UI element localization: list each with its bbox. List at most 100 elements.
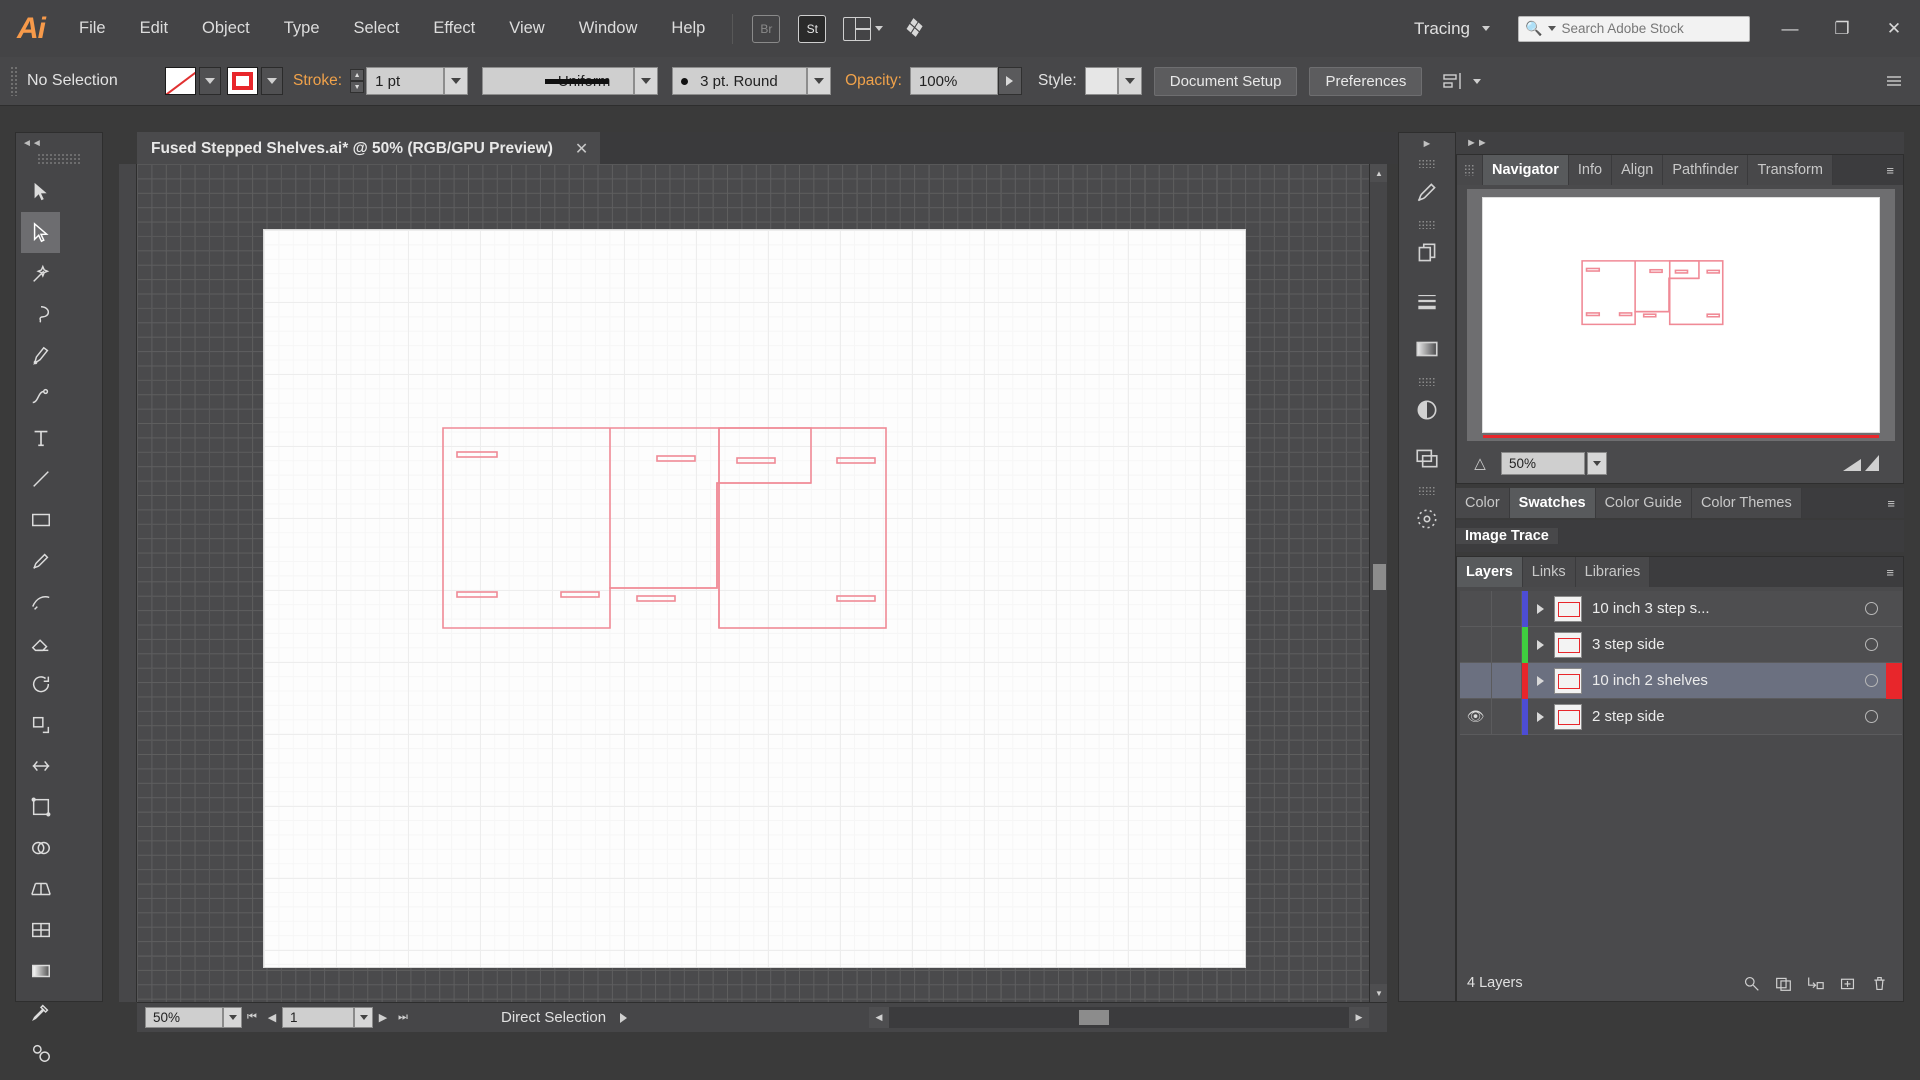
scale-tool[interactable] — [21, 704, 60, 745]
navigator-panel-menu-icon[interactable]: ≡ — [1877, 155, 1903, 185]
close-icon[interactable]: ✕ — [575, 139, 588, 159]
zoom-level-dropdown[interactable] — [223, 1007, 242, 1028]
stroke-weight-field[interactable]: 1 pt — [366, 67, 445, 95]
scroll-down-icon[interactable]: ▼ — [1370, 984, 1387, 1002]
artboard-number-field[interactable]: 1 — [282, 1007, 354, 1028]
align-options-button[interactable] — [1442, 72, 1482, 90]
scroll-up-icon[interactable]: ▲ — [1370, 164, 1387, 182]
tab-color-themes[interactable]: Color Themes — [1691, 488, 1802, 518]
appearance-icon[interactable] — [1399, 434, 1455, 482]
fill-dropdown[interactable] — [199, 67, 221, 95]
menu-edit[interactable]: Edit — [123, 0, 185, 57]
menu-file[interactable]: File — [62, 0, 123, 57]
stock-leaf-icon[interactable]: ❖ — [903, 12, 926, 46]
shaper-tool[interactable] — [21, 581, 60, 622]
magic-wand-tool[interactable] — [21, 253, 60, 294]
menu-window[interactable]: Window — [562, 0, 655, 57]
layer-visibility-toggle[interactable] — [1460, 626, 1492, 663]
dock-grip[interactable] — [1418, 159, 1436, 168]
menu-effect[interactable]: Effect — [416, 0, 492, 57]
dock-grip[interactable] — [1418, 220, 1436, 229]
layer-target-indicator[interactable] — [1856, 699, 1886, 735]
mesh-tool[interactable] — [21, 909, 60, 950]
brushes-icon[interactable] — [1399, 168, 1455, 216]
delete-selection-icon[interactable] — [1863, 968, 1895, 998]
stroke-icon[interactable] — [1399, 277, 1455, 325]
canvas[interactable]: ▲ ▼ — [137, 164, 1387, 1002]
tab-info[interactable]: Info — [1568, 155, 1613, 185]
layer-lock-toggle[interactable] — [1492, 590, 1522, 627]
locate-object-icon[interactable] — [1735, 968, 1767, 998]
layer-lock-toggle[interactable] — [1492, 626, 1522, 663]
stepper-up-icon[interactable]: ▲ — [350, 69, 365, 81]
gradient-tool[interactable] — [21, 950, 60, 991]
layer-target-indicator[interactable] — [1856, 627, 1886, 663]
tab-links[interactable]: Links — [1522, 557, 1576, 587]
stroke-weight-dropdown[interactable] — [444, 67, 469, 95]
menu-type[interactable]: Type — [267, 0, 337, 57]
brush-definition-field[interactable]: 3 pt. Round — [672, 67, 808, 95]
graphic-style-dropdown[interactable] — [1117, 67, 1142, 95]
artboard[interactable] — [264, 230, 1245, 967]
stroke-swatch[interactable] — [227, 67, 258, 95]
navigator-view-box[interactable] — [1483, 435, 1879, 438]
shape-builder-tool[interactable] — [21, 827, 60, 868]
layer-expand-triangle[interactable] — [1528, 663, 1552, 699]
fill-swatch[interactable] — [165, 67, 196, 95]
artboard-number-dropdown[interactable] — [354, 1007, 373, 1028]
control-bar-grip[interactable] — [10, 66, 18, 96]
scroll-left-icon[interactable]: ◀ — [869, 1006, 889, 1028]
create-new-layer-icon[interactable] — [1831, 968, 1863, 998]
curvature-tool[interactable] — [21, 376, 60, 417]
window-minimize-button[interactable]: — — [1764, 0, 1816, 57]
layer-lock-toggle[interactable] — [1492, 662, 1522, 699]
menu-select[interactable]: Select — [337, 0, 417, 57]
tab-color-guide[interactable]: Color Guide — [1595, 488, 1692, 518]
opacity-label[interactable]: Opacity: — [845, 72, 902, 90]
menu-object[interactable]: Object — [185, 0, 267, 57]
symbol-sprayer-tool[interactable] — [21, 1073, 60, 1080]
stroke-weight-label[interactable]: Stroke: — [293, 72, 342, 90]
eraser-tool[interactable] — [21, 622, 60, 663]
tools-panel-collapse[interactable]: ◄◄ — [16, 133, 102, 153]
stock-icon[interactable]: St — [798, 14, 827, 43]
bridge-icon[interactable]: Br — [752, 14, 781, 43]
stepper-down-icon[interactable]: ▼ — [350, 81, 365, 93]
rotate-tool[interactable] — [21, 663, 60, 704]
lasso-tool[interactable] — [21, 294, 60, 335]
direct-selection-tool[interactable] — [21, 212, 60, 253]
search-input[interactable]: 🔍 Search Adobe Stock — [1518, 15, 1750, 42]
layers-panel-menu-icon[interactable]: ≡ — [1877, 557, 1903, 587]
horizontal-scroll-thumb[interactable] — [1079, 1009, 1109, 1025]
blend-tool[interactable] — [21, 1032, 60, 1073]
layer-lock-toggle[interactable] — [1492, 698, 1522, 735]
horizontal-scroll-track[interactable] — [889, 1006, 1349, 1028]
navigator-zoom-field[interactable]: 50% — [1501, 451, 1585, 475]
free-transform-tool[interactable] — [21, 786, 60, 827]
pen-tool[interactable] — [21, 335, 60, 376]
graphic-style-swatch[interactable] — [1084, 67, 1118, 95]
width-profile-dropdown[interactable] — [634, 67, 659, 95]
document-setup-button[interactable]: Document Setup — [1153, 66, 1298, 96]
create-new-sublayer-icon[interactable] — [1799, 968, 1831, 998]
layer-expand-triangle[interactable] — [1528, 627, 1552, 663]
arrange-documents-button[interactable] — [843, 16, 884, 41]
status-menu-icon[interactable] — [620, 1012, 628, 1023]
table-row[interactable]: 10 inch 3 step s... — [1460, 590, 1902, 627]
tab-swatches[interactable]: Swatches — [1509, 488, 1596, 518]
layer-expand-triangle[interactable] — [1528, 591, 1552, 627]
layer-expand-triangle[interactable] — [1528, 699, 1552, 735]
navigator-zoom-dropdown[interactable] — [1587, 451, 1607, 475]
canvas-vertical-scrollbar[interactable]: ▲ ▼ — [1369, 164, 1387, 1002]
fill-control[interactable] — [165, 67, 221, 95]
artboards-icon[interactable] — [1399, 495, 1455, 543]
scroll-right-icon[interactable]: ▶ — [1349, 1006, 1369, 1028]
eyedropper-tool[interactable] — [21, 991, 60, 1032]
gradient-icon[interactable] — [1399, 325, 1455, 373]
zoom-level-field[interactable]: 50% — [145, 1007, 223, 1028]
layer-name[interactable]: 2 step side — [1592, 708, 1856, 725]
opacity-flyout-button[interactable] — [997, 67, 1022, 95]
menu-help[interactable]: Help — [654, 0, 722, 57]
tab-pathfinder[interactable]: Pathfinder — [1663, 155, 1749, 185]
layer-visibility-toggle[interactable] — [1460, 590, 1492, 627]
